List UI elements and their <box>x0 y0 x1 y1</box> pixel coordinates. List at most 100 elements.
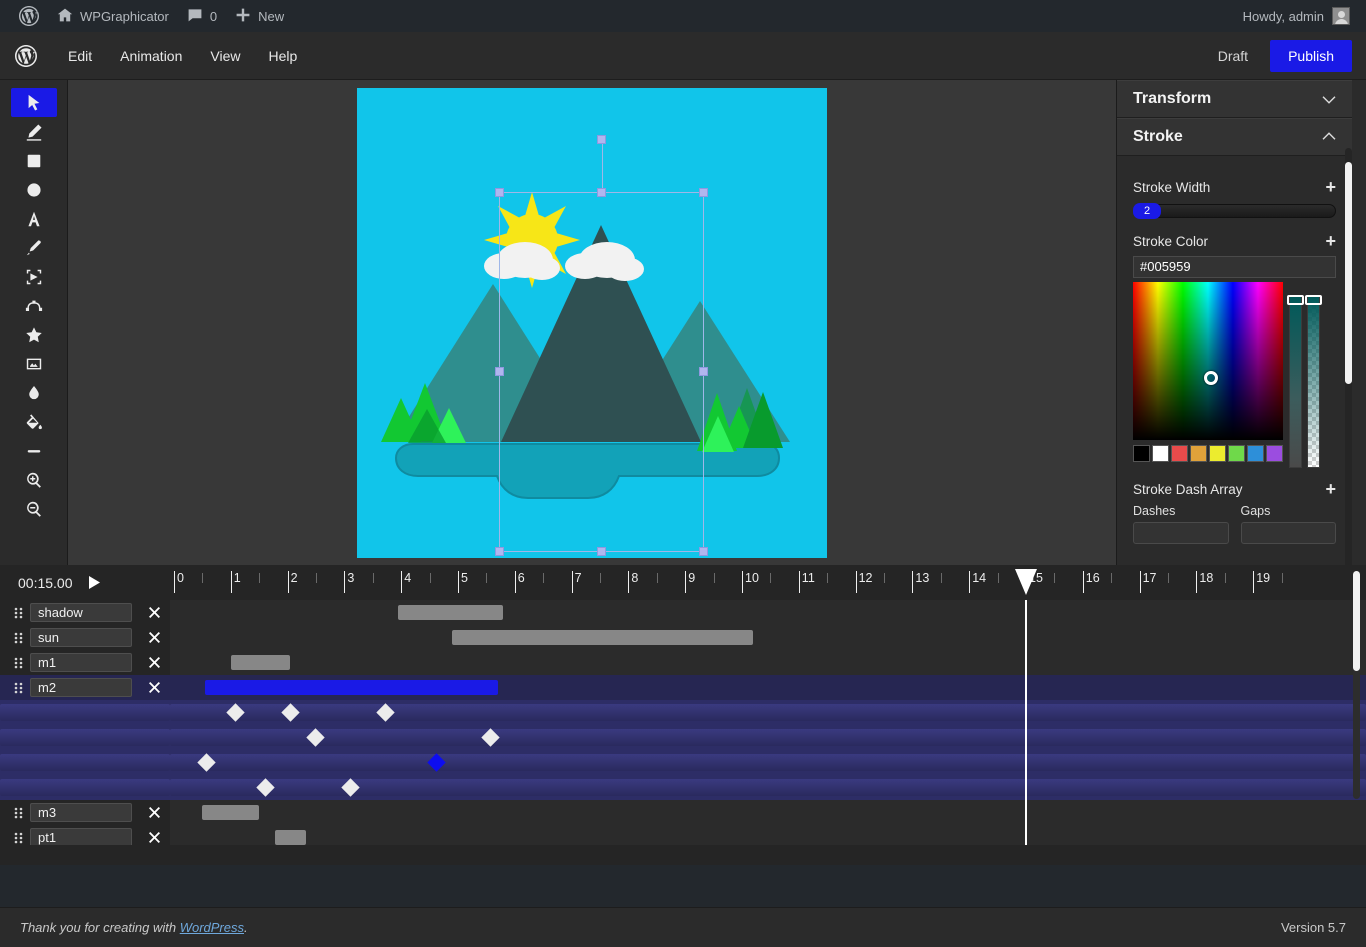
track-lane[interactable] <box>170 625 1366 650</box>
layer-track-row[interactable]: shadow <box>0 600 1366 625</box>
node-edit-tool[interactable] <box>11 291 57 320</box>
wordpress-logo-icon[interactable] <box>10 0 48 32</box>
swatch-orange[interactable] <box>1190 445 1207 462</box>
track-lane[interactable] <box>170 700 1366 725</box>
keyframe-marker[interactable] <box>481 728 500 747</box>
stroke-width-slider[interactable]: 2 <box>1133 202 1336 220</box>
menu-item-view[interactable]: View <box>196 42 254 70</box>
transform-tool[interactable] <box>11 262 57 291</box>
color-alpha-slider[interactable] <box>1305 295 1322 468</box>
close-x-icon[interactable] <box>144 782 164 793</box>
drag-grip-icon[interactable] <box>12 832 24 844</box>
drag-grip-icon[interactable] <box>12 607 24 619</box>
inspector-scrollbar[interactable] <box>1345 148 1352 565</box>
swatch-red[interactable] <box>1171 445 1188 462</box>
property-track-row[interactable]: Fill <box>0 700 1366 725</box>
close-x-icon[interactable] <box>144 682 164 693</box>
close-x-icon[interactable] <box>144 632 164 643</box>
gaps-input[interactable] <box>1240 522 1336 544</box>
paint-bucket-tool[interactable] <box>11 407 57 436</box>
track-bar[interactable] <box>452 630 754 645</box>
plus-icon[interactable]: + <box>1325 178 1336 196</box>
track-lane[interactable] <box>170 775 1366 800</box>
track-bar[interactable] <box>230 655 291 670</box>
wordpress-logo-icon[interactable] <box>14 44 38 68</box>
layer-name-input[interactable]: pt1 <box>30 828 132 845</box>
accordion-stroke[interactable]: Stroke <box>1117 118 1352 156</box>
playhead-marker[interactable] <box>1015 569 1037 595</box>
keyframe-marker[interactable] <box>427 753 447 772</box>
track-bar[interactable] <box>202 805 260 820</box>
zoom-out-tool[interactable] <box>11 494 57 523</box>
slider-track[interactable] <box>1133 204 1336 218</box>
pencil-tool[interactable] <box>11 117 57 146</box>
admin-bar-new[interactable]: New <box>226 0 293 32</box>
menu-item-animation[interactable]: Animation <box>106 42 196 70</box>
keyframe-marker[interactable] <box>281 703 300 722</box>
swatch-yellow[interactable] <box>1209 445 1226 462</box>
plus-icon[interactable]: + <box>1325 232 1336 250</box>
draft-button[interactable]: Draft <box>1210 42 1256 70</box>
accordion-transform[interactable]: Transform <box>1117 80 1352 118</box>
track-lane[interactable] <box>170 800 1366 825</box>
track-lane[interactable] <box>170 650 1366 675</box>
keyframe-marker[interactable] <box>306 728 325 747</box>
color-picker[interactable] <box>1133 282 1336 468</box>
dashes-input[interactable] <box>1133 522 1229 544</box>
timeline-ruler[interactable]: 0 1 2 3 4 5 6 7 8 9 10 11 12 13 14 15 16 17 18 19 <box>170 565 1366 600</box>
zoom-in-tool[interactable] <box>11 465 57 494</box>
color-saturation-area[interactable] <box>1133 282 1283 440</box>
canvas-stage[interactable] <box>357 88 827 558</box>
track-lane[interactable] <box>170 725 1366 750</box>
layer-track-row[interactable]: m1 <box>0 650 1366 675</box>
keyframe-marker[interactable] <box>340 778 360 797</box>
image-tool[interactable] <box>11 349 57 378</box>
chevron-down-icon[interactable] <box>1322 92 1336 106</box>
property-track-row[interactable]: Opacity <box>0 775 1366 800</box>
keyframe-marker[interactable] <box>226 703 245 722</box>
track-bar[interactable] <box>275 830 307 845</box>
keyframe-marker[interactable] <box>197 753 217 772</box>
star-tool[interactable] <box>11 320 57 349</box>
close-x-icon[interactable] <box>144 657 164 668</box>
layer-track-row[interactable]: pt1 <box>0 825 1366 845</box>
swatch-white[interactable] <box>1152 445 1169 462</box>
close-x-icon[interactable] <box>144 807 164 818</box>
timeline-scrollbar[interactable] <box>1353 571 1360 799</box>
shade-slider-thumb[interactable] <box>1287 295 1304 305</box>
artwork-svg[interactable] <box>357 88 827 558</box>
text-tool[interactable] <box>11 204 57 233</box>
layer-track-row[interactable]: m3 <box>0 800 1366 825</box>
menu-item-help[interactable]: Help <box>254 42 311 70</box>
admin-bar-comments[interactable]: 0 <box>178 0 226 32</box>
publish-button[interactable]: Publish <box>1270 39 1352 72</box>
layer-name-input[interactable]: m3 <box>30 803 132 822</box>
layer-name-input[interactable]: m1 <box>30 653 132 672</box>
layer-track-row[interactable]: m2 <box>0 675 1366 700</box>
swatch-black[interactable] <box>1133 445 1150 462</box>
canvas-area[interactable] <box>68 80 1116 565</box>
wordpress-link[interactable]: WordPress <box>180 920 244 935</box>
property-track-row[interactable]: Points <box>0 750 1366 775</box>
plus-icon[interactable]: + <box>1325 480 1336 498</box>
admin-bar-site-name[interactable]: WPGraphicator <box>48 0 178 32</box>
close-x-icon[interactable] <box>144 732 164 743</box>
drag-grip-icon[interactable] <box>12 807 24 819</box>
track-lane[interactable] <box>170 675 1366 700</box>
swatch-green[interactable] <box>1228 445 1245 462</box>
close-x-icon[interactable] <box>144 757 164 768</box>
keyframe-marker[interactable] <box>256 778 275 797</box>
color-shade-slider[interactable] <box>1287 295 1304 468</box>
swatch-purple[interactable] <box>1266 445 1283 462</box>
drag-grip-icon[interactable] <box>12 682 24 694</box>
track-lane[interactable] <box>170 750 1366 775</box>
alpha-slider-thumb[interactable] <box>1305 295 1322 305</box>
inspector-scrollbar-thumb[interactable] <box>1345 162 1352 384</box>
close-x-icon[interactable] <box>144 607 164 618</box>
keyframe-marker[interactable] <box>376 703 396 722</box>
slider-thumb[interactable]: 2 <box>1133 203 1161 219</box>
layer-track-row[interactable]: sun <box>0 625 1366 650</box>
track-bar[interactable] <box>205 680 498 695</box>
droplet-tool[interactable] <box>11 378 57 407</box>
rectangle-tool[interactable] <box>11 146 57 175</box>
